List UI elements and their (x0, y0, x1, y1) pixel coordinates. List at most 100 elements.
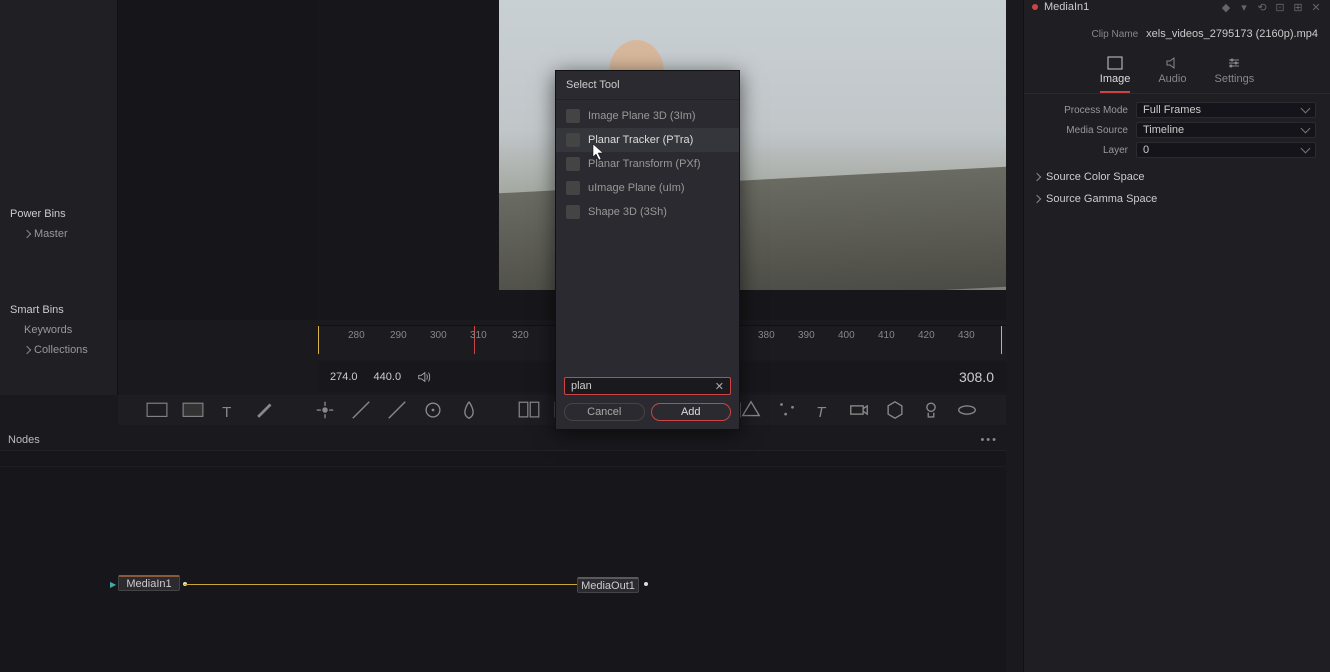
fusion-toolbar-right: T (740, 395, 978, 425)
bin-master[interactable]: Master (8, 224, 118, 244)
inspector-tabs: Image Audio Settings (1024, 56, 1330, 94)
tool-brightness[interactable] (350, 401, 372, 419)
node-output-port[interactable] (644, 582, 648, 586)
select-tool-dialog: Select Tool Image Plane 3D (3Im) Planar … (555, 70, 740, 430)
tool-merge[interactable] (518, 401, 540, 419)
tool-shape3d[interactable] (884, 401, 906, 419)
source-color-space-group[interactable]: Source Color Space (1024, 166, 1330, 188)
current-frame-value[interactable]: 308.0 (959, 369, 994, 385)
ruler-tick: 280 (348, 330, 365, 341)
active-indicator-icon (1032, 4, 1038, 10)
nodes-flow-area[interactable]: ▶ MediaIn1 MediaOut1 (0, 450, 1006, 672)
dialog-search-input[interactable] (571, 380, 715, 392)
tool-3d-merge[interactable] (740, 401, 762, 419)
close-icon[interactable]: ✕ (1310, 2, 1322, 12)
source-gamma-space-group[interactable]: Source Gamma Space (1024, 188, 1330, 210)
media-source-select[interactable]: Timeline (1136, 122, 1316, 138)
tool-label: Shape 3D (3Sh) (588, 206, 667, 218)
tool-camera[interactable] (848, 401, 870, 419)
add-button[interactable]: Add (651, 403, 732, 421)
svg-text:T: T (816, 404, 827, 421)
node-connection[interactable] (184, 584, 577, 585)
tool-tracker[interactable] (314, 401, 336, 419)
tool-text3d[interactable]: T (812, 401, 834, 419)
flow-arrow-icon: ▶ (110, 580, 116, 589)
tool-light[interactable] (920, 401, 942, 419)
tool-icon (566, 181, 580, 195)
clear-search-icon[interactable]: ✕ (715, 380, 724, 393)
tool-fastnoise[interactable] (182, 401, 204, 419)
settings-icon[interactable]: ⊞ (1292, 2, 1304, 12)
bin-keywords[interactable]: Keywords (8, 320, 118, 340)
in-point-marker[interactable] (318, 326, 319, 354)
chevron-down-icon (1301, 144, 1311, 154)
tool-item-image-plane-3d[interactable]: Image Plane 3D (3Im) (556, 104, 739, 128)
node-media-out[interactable]: MediaOut1 (577, 577, 639, 593)
tool-label: Image Plane 3D (3Im) (588, 110, 696, 122)
tool-colorcorrect[interactable] (386, 401, 408, 419)
clip-name-value: xels_videos_2795173 (2160p).mp4 (1146, 28, 1318, 40)
inspector-panel: MediaIn1 ◆ ▾ ⟲ ⊡ ⊞ ✕ Clip Name xels_vide… (1023, 0, 1330, 672)
power-bins-header: Power Bins (8, 204, 118, 224)
cancel-button[interactable]: Cancel (564, 403, 645, 421)
reset-icon[interactable]: ⟲ (1256, 2, 1268, 12)
keyframe-icon[interactable]: ◆ (1220, 2, 1232, 12)
tool-text[interactable]: T (218, 401, 240, 419)
settings-icon (1226, 56, 1242, 70)
in-point-value[interactable]: 274.0 (330, 371, 358, 383)
tool-item-uimage-plane[interactable]: uImage Plane (uIm) (556, 176, 739, 200)
tab-label: Image (1100, 73, 1131, 85)
tab-label: Settings (1214, 73, 1254, 85)
select-value: Full Frames (1143, 104, 1201, 116)
inspector-title-row: MediaIn1 ◆ ▾ ⟲ ⊡ ⊞ ✕ (1024, 0, 1330, 14)
tool-icon (566, 109, 580, 123)
ruler-tick: 400 (838, 330, 855, 341)
ruler-tick: 300 (430, 330, 447, 341)
ruler-tick: 420 (918, 330, 935, 341)
node-media-in[interactable]: MediaIn1 (118, 575, 180, 591)
out-point-marker[interactable] (1001, 326, 1002, 354)
lock-icon[interactable]: ⊡ (1274, 2, 1286, 12)
tool-background[interactable] (146, 401, 168, 419)
bin-label: Collections (34, 344, 88, 356)
tool-render3d[interactable] (956, 401, 978, 419)
volume-icon[interactable] (417, 370, 431, 384)
chevron-right-icon (23, 346, 31, 354)
ruler-tick: 310 (470, 330, 487, 341)
select-value: Timeline (1143, 124, 1184, 136)
tab-label: Audio (1158, 73, 1186, 85)
dialog-search-field[interactable]: ✕ (564, 377, 731, 395)
chevron-right-icon (1033, 173, 1041, 181)
tab-image[interactable]: Image (1100, 56, 1131, 93)
ruler-tick: 390 (798, 330, 815, 341)
tool-icon (566, 205, 580, 219)
mouse-cursor-icon (592, 143, 606, 164)
tool-item-planar-tracker[interactable]: Planar Tracker (PTra) (556, 128, 739, 152)
node-label: MediaOut1 (581, 580, 635, 592)
button-label: Add (681, 406, 701, 418)
tool-item-planar-transform[interactable]: Planar Transform (PXf) (556, 152, 739, 176)
chevron-right-icon (1033, 195, 1041, 203)
dialog-tool-list: Image Plane 3D (3Im) Planar Tracker (PTr… (556, 100, 739, 373)
tool-blur[interactable] (458, 401, 480, 419)
select-value: 0 (1143, 144, 1149, 156)
tab-settings[interactable]: Settings (1214, 56, 1254, 93)
tool-paint[interactable] (254, 401, 276, 419)
versions-icon[interactable]: ▾ (1238, 2, 1250, 12)
nodes-options-icon[interactable]: ••• (980, 434, 998, 446)
process-mode-label: Process Mode (1038, 105, 1128, 116)
process-mode-select[interactable]: Full Frames (1136, 102, 1316, 118)
viewer-left[interactable] (118, 0, 318, 320)
tab-audio[interactable]: Audio (1158, 56, 1186, 93)
bin-collections[interactable]: Collections (8, 340, 118, 360)
out-point-value[interactable]: 440.0 (374, 371, 402, 383)
ruler-tick: 410 (878, 330, 895, 341)
chevron-down-icon (1301, 124, 1311, 134)
layer-select[interactable]: 0 (1136, 142, 1316, 158)
tool-particles[interactable] (776, 401, 798, 419)
tool-item-shape-3d[interactable]: Shape 3D (3Sh) (556, 200, 739, 224)
node-label: MediaIn1 (126, 578, 171, 590)
chevron-right-icon (23, 230, 31, 238)
tool-hue[interactable] (422, 401, 444, 419)
dialog-title: Select Tool (556, 71, 739, 100)
